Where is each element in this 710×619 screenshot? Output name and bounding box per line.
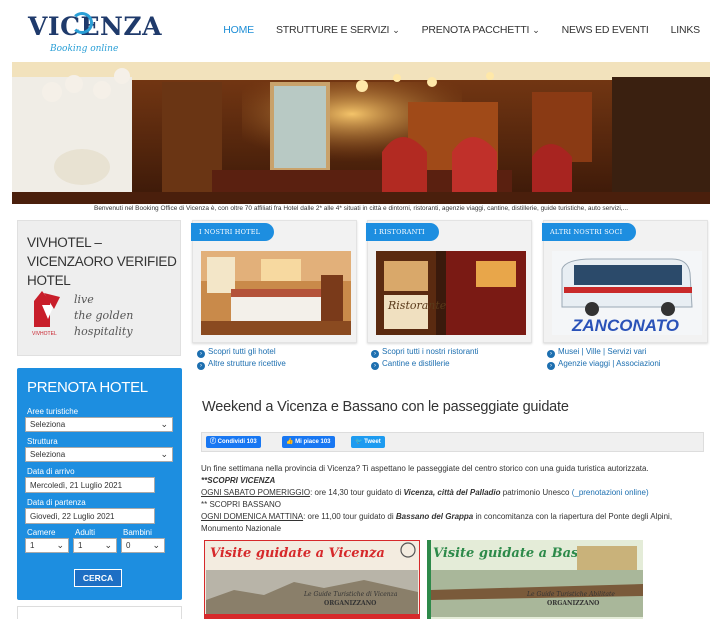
- tweet-button[interactable]: 🐦 Tweet: [351, 436, 385, 448]
- bassano-paragraph: OGNI DOMENICA MATTINA: ore 11,00 tour gu…: [201, 512, 673, 521]
- link-scopri-ristoranti[interactable]: › Scopri tutti i nostri ristoranti: [371, 346, 478, 358]
- article-intro: Un fine settimana nella provincia di Vic…: [201, 464, 649, 473]
- facebook-share-button[interactable]: ⓕ Condividi 103: [206, 436, 261, 448]
- logo-subtitle: Booking online: [50, 44, 119, 54]
- arrivo-label: Data di arrivo: [27, 467, 75, 476]
- bus-image[interactable]: ZANCONATO: [552, 251, 702, 335]
- nav-prenota-pacchetti[interactable]: PRENOTA PACCHETTI ⌄: [422, 24, 540, 36]
- chevron-down-icon: ⌄: [152, 540, 160, 550]
- poster-vicenza-subtitle-2: ORGANIZZANO: [324, 600, 376, 607]
- vivhotel-tagline-1: live: [74, 293, 94, 306]
- vivhotel-title: VIVHOTEL – VICENZAORO VERIFIED HOTEL: [27, 235, 177, 288]
- card-partners-tab: ALTRI NOSTRI SOCI: [542, 223, 637, 241]
- card-partners-links: › Musei | Ville | Servizi vari › Agenzie v…: [547, 346, 661, 370]
- chevron-down-icon: ⌄: [56, 540, 64, 550]
- nav-home[interactable]: HOME: [223, 24, 254, 36]
- bambini-select-value: 0: [126, 541, 131, 550]
- hotel-room-image[interactable]: [201, 251, 351, 335]
- chevron-down-icon: ⌄: [160, 419, 168, 429]
- link-cantine-distillerie[interactable]: › Cantine e distillerie: [371, 358, 478, 370]
- arrow-circle-icon: ›: [547, 350, 555, 358]
- adulti-select[interactable]: 1 ⌄: [73, 538, 117, 553]
- hero-banner-image: [12, 62, 710, 204]
- link-musei-ville[interactable]: › Musei | Ville | Servizi vari: [547, 346, 661, 358]
- ristorante-sign: Ristorante: [387, 299, 447, 312]
- poster-vicenza-subtitle: Le Guide Turistiche di Vicenza: [303, 591, 398, 598]
- adulti-select-value: 1: [78, 541, 83, 550]
- left-widget-box: [17, 606, 182, 619]
- card-restaurants: I RISTORANTI Ristorante: [366, 220, 532, 343]
- aree-label: Aree turistiche: [27, 407, 79, 416]
- arrow-circle-icon: ›: [371, 362, 379, 370]
- banner-caption: Benvenuti nel Booking Office di Vicenza …: [93, 205, 628, 212]
- arrow-circle-icon: ›: [371, 350, 379, 358]
- poster-vicenza-title: Visite guidate a Vicenza: [210, 546, 385, 561]
- arrivo-date-input[interactable]: Mercoledì, 21 Luglio 2021: [25, 477, 155, 493]
- card-restaurants-links: › Scopri tutti i nostri ristoranti › Canti…: [371, 346, 478, 370]
- nav-links[interactable]: LINKS: [671, 24, 701, 36]
- bassano-when: OGNI DOMENICA MATTINA: [201, 512, 304, 521]
- logo-text: VICENZA: [28, 12, 163, 41]
- struttura-select-value: Seleziona: [30, 450, 66, 459]
- arrow-circle-icon: ›: [197, 350, 205, 358]
- twitter-icon: 🐦: [355, 439, 365, 445]
- poster-bassano[interactable]: Visite guidate a Bassano Le Guide Turist…: [427, 540, 643, 619]
- bambini-select[interactable]: 0 ⌄: [121, 538, 165, 553]
- share-bar: ⓕ Condividi 103 👍 Mi piace 103 🐦 Tweet: [201, 432, 704, 452]
- article-title: Weekend a Vicenza e Bassano con le passe…: [202, 399, 569, 415]
- logo-swirl-icon: [71, 12, 93, 34]
- facebook-like-button[interactable]: 👍 Mi piace 103: [282, 436, 335, 448]
- vivhotel-logo: VIVHOTEL live the golden hospitality: [28, 289, 178, 349]
- bassano-paragraph-cont: Monumento Nazionale: [201, 524, 282, 533]
- card-hotels-links: › Scopri tutti gli hotel › Altre strutture…: [197, 346, 286, 370]
- facebook-icon: ⓕ: [210, 439, 218, 445]
- link-altre-strutture[interactable]: › Altre strutture ricettive: [197, 358, 286, 370]
- poster-vicenza[interactable]: Visite guidate a Vicenza Le Guide Turist…: [204, 540, 420, 619]
- nav-news-ed-eventi[interactable]: NEWS ED EVENTI: [562, 24, 649, 36]
- prenotazioni-online-link[interactable]: (_prenotazioni online): [572, 488, 649, 497]
- booking-form-title: PRENOTA HOTEL: [27, 379, 148, 396]
- chevron-down-icon: ⌄: [104, 540, 112, 550]
- vicenza-when: OGNI SABATO POMERIGGIO: [201, 488, 311, 497]
- cerca-button[interactable]: CERCA: [74, 569, 122, 587]
- struttura-label: Struttura: [27, 437, 58, 446]
- vivhotel-tagline-3: hospitality: [74, 325, 133, 338]
- struttura-select[interactable]: Seleziona ⌄: [25, 447, 173, 462]
- link-scopri-hotel[interactable]: › Scopri tutti gli hotel: [197, 346, 286, 358]
- poster-bassano-subtitle-2: ORGANIZZANO: [547, 600, 599, 607]
- vivhotel-logo-label: VIVHOTEL: [32, 331, 57, 337]
- link-agenzie-viaggi[interactable]: › Agenzie viaggi | Associazioni: [547, 358, 661, 370]
- card-hotels: I NOSTRI HOTEL: [191, 220, 357, 343]
- camere-select-value: 1: [30, 541, 35, 550]
- chevron-down-icon: ⌄: [160, 449, 168, 459]
- bus-brand-text: ZANCONATO: [571, 316, 679, 335]
- site-logo[interactable]: VICENZA Booking online: [28, 12, 162, 58]
- camere-select[interactable]: 1 ⌄: [25, 538, 69, 553]
- vicenza-heading: **SCOPRI VICENZA: [201, 476, 276, 485]
- vivhotel-tagline-2: the golden: [74, 309, 133, 322]
- chevron-down-icon: ⌄: [532, 25, 540, 35]
- restaurant-image[interactable]: Ristorante: [376, 251, 526, 335]
- vicenza-paragraph: OGNI SABATO POMERIGGIO: ore 14,30 tour g…: [201, 488, 649, 497]
- card-hotels-tab: I NOSTRI HOTEL: [191, 223, 275, 241]
- card-restaurants-tab: I RISTORANTI: [366, 223, 439, 241]
- camere-label: Camere: [27, 528, 56, 537]
- arrow-circle-icon: ›: [197, 362, 205, 370]
- site-header: VICENZA Booking online HOME STRUTTURE E …: [0, 0, 710, 62]
- thumbs-up-icon: 👍: [286, 439, 296, 445]
- partenza-date-input[interactable]: Giovedì, 22 Luglio 2021: [25, 508, 155, 524]
- vivhotel-box[interactable]: VIVHOTEL – VICENZAORO VERIFIED HOTEL VIV…: [17, 220, 181, 356]
- partenza-label: Data di partenza: [27, 498, 86, 507]
- main-nav: HOME STRUTTURE E SERVIZI ⌄ PRENOTA PACCHE…: [201, 24, 700, 36]
- aree-select-value: Seleziona: [30, 420, 66, 429]
- aree-select[interactable]: Seleziona ⌄: [25, 417, 173, 432]
- arrow-circle-icon: ›: [547, 362, 555, 370]
- poster-bassano-subtitle: Le Guide Turistiche Abilitate: [526, 591, 615, 598]
- card-partners: ALTRI NOSTRI SOCI ZANCONATO: [542, 220, 708, 343]
- bassano-heading: ** SCOPRI BASSANO: [201, 500, 282, 509]
- adulti-label: Adulti: [75, 528, 96, 537]
- nav-strutture-e-servizi[interactable]: STRUTTURE E SERVIZI ⌄: [276, 24, 400, 36]
- bambini-label: Bambini: [123, 528, 152, 537]
- chevron-down-icon: ⌄: [392, 25, 400, 35]
